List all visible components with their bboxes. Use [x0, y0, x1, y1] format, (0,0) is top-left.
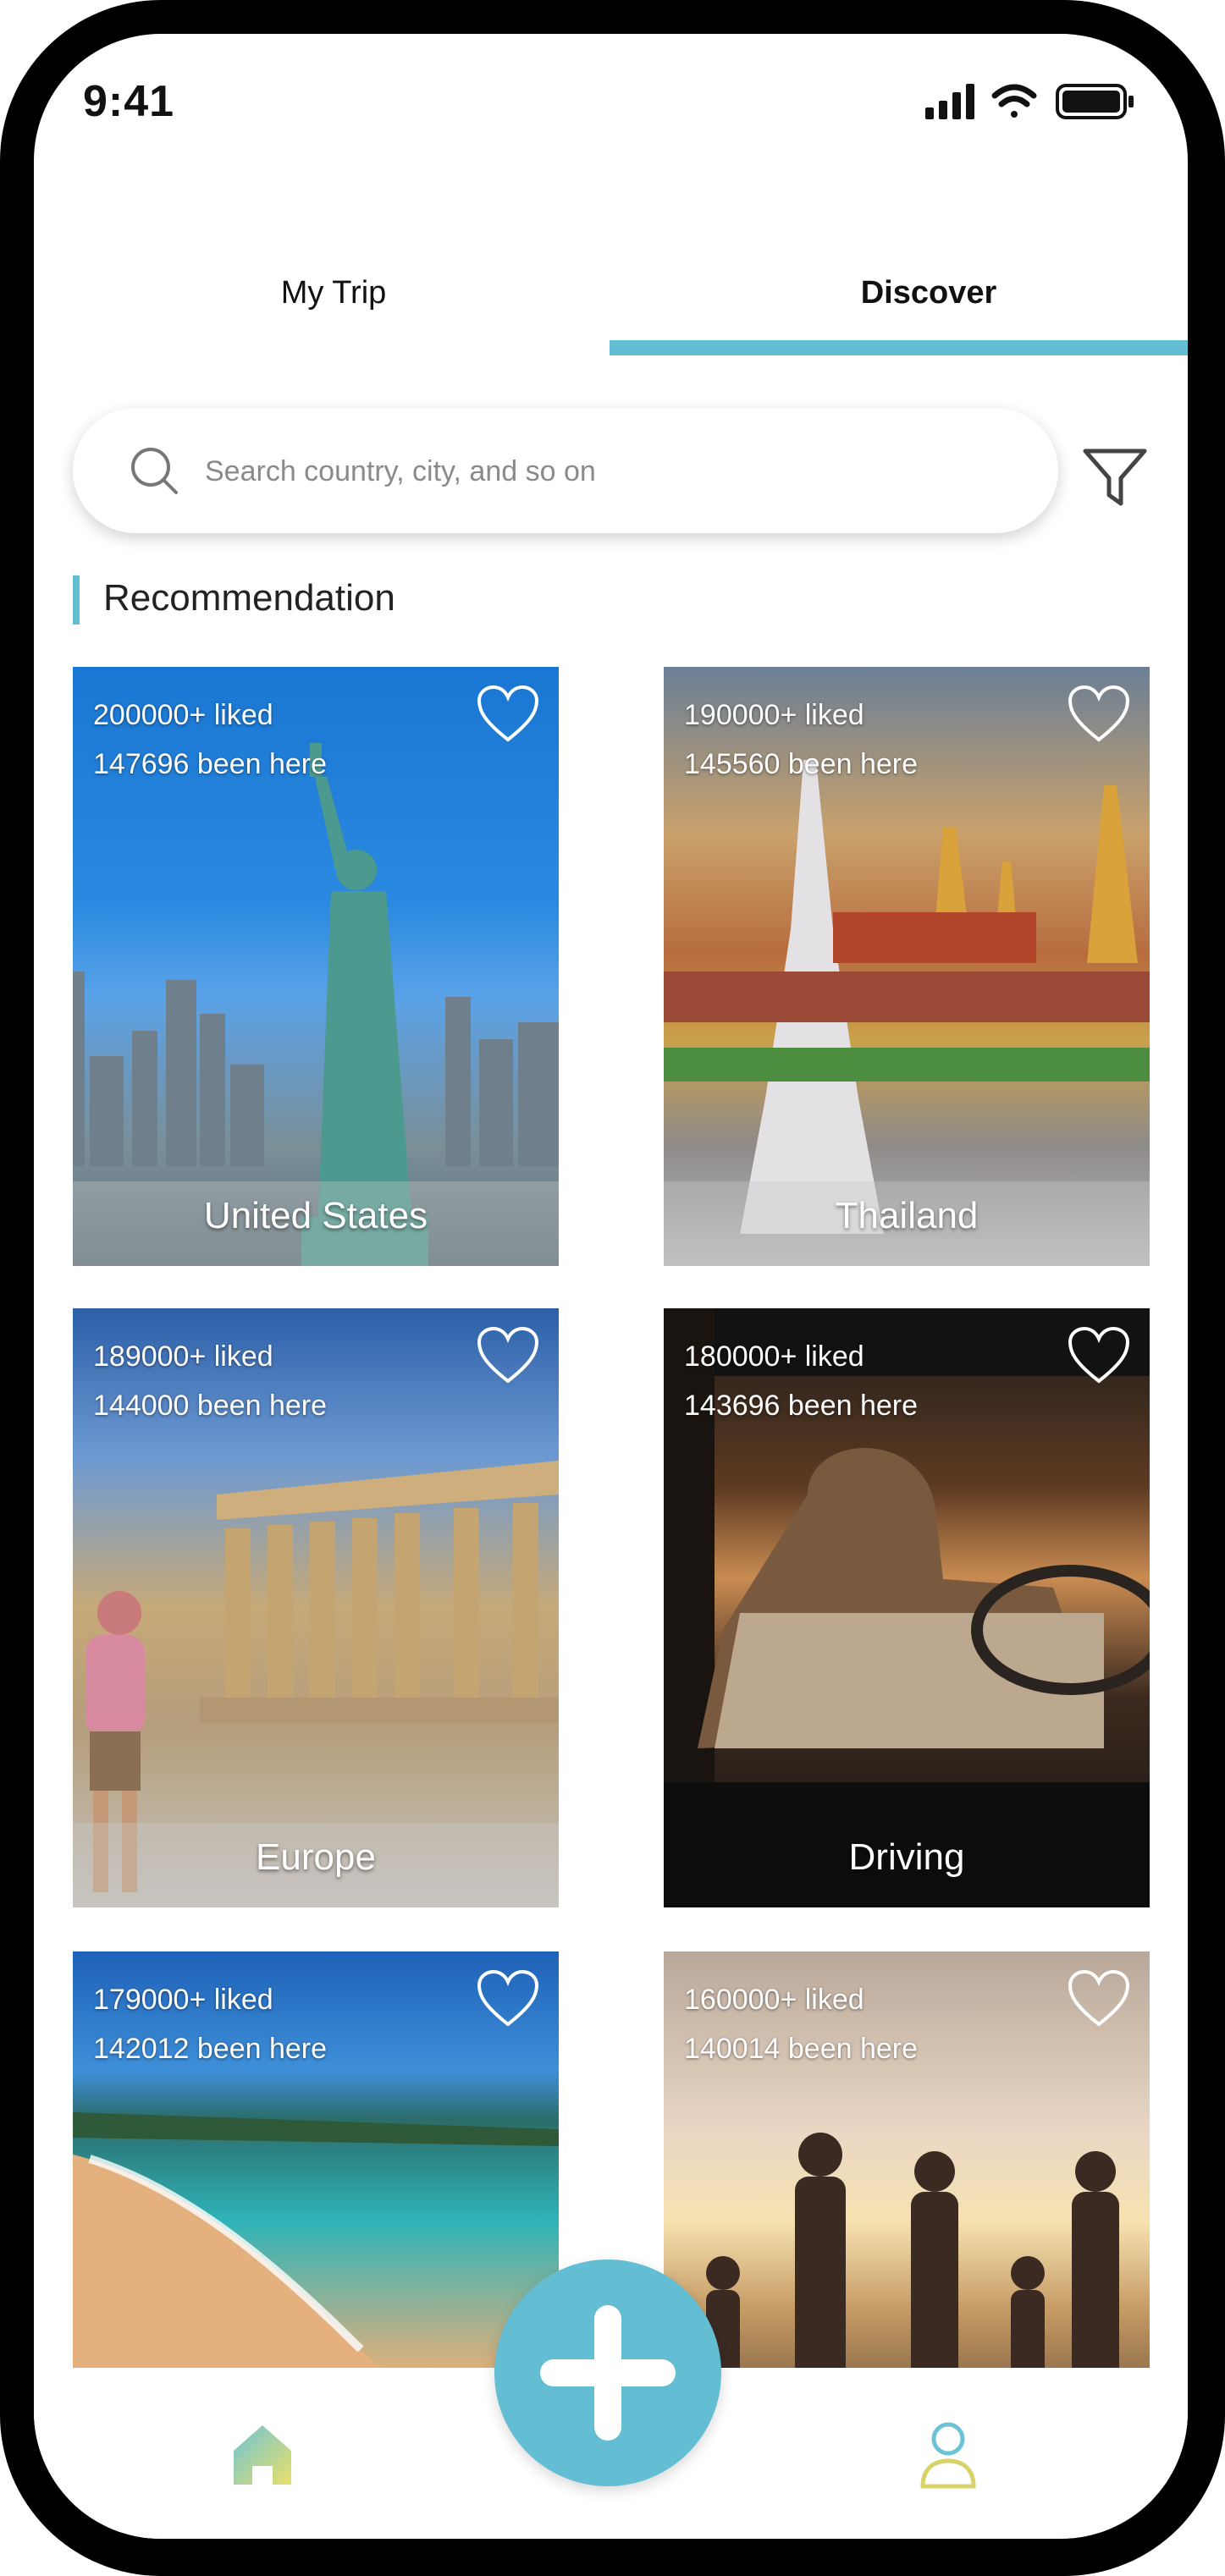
card-visited-count: 140014 been here	[684, 2033, 919, 2065]
status-icons	[925, 84, 1134, 119]
card-stats: 200000+ liked 147696 been here	[93, 691, 327, 789]
app-screen: 9:41 My Trip Discover Search country, ci…	[34, 34, 1188, 2539]
heart-icon[interactable]	[476, 1325, 540, 1384]
heart-icon[interactable]	[1067, 1968, 1131, 2028]
card-visited-count: 143696 been here	[684, 1390, 919, 1422]
search-bar[interactable]	[73, 408, 1058, 533]
tab-my-trip[interactable]: My Trip	[80, 275, 588, 311]
signal-icon	[925, 84, 974, 119]
destination-card-united-states[interactable]: 200000+ liked 147696 been here United St…	[73, 667, 559, 1266]
card-stats: 179000+ liked 142012 been here	[93, 1975, 327, 2073]
destination-card-driving[interactable]: 180000+ liked 143696 been here Driving	[664, 1308, 1150, 1907]
heart-icon[interactable]	[476, 684, 540, 743]
card-liked-count: 189000+ liked	[93, 1340, 273, 1373]
card-name: Thailand	[835, 1195, 979, 1236]
add-trip-button[interactable]	[494, 2260, 721, 2486]
card-visited-count: 142012 been here	[93, 2033, 328, 2065]
battery-icon	[1056, 84, 1134, 119]
card-visited-count: 147696 been here	[93, 748, 328, 780]
card-liked-count: 160000+ liked	[684, 1984, 864, 2016]
card-stats: 180000+ liked 143696 been here	[684, 1332, 918, 1430]
card-stats: 160000+ liked 140014 been here	[684, 1975, 918, 2073]
parthenon-image	[200, 1461, 559, 1723]
card-liked-count: 200000+ liked	[93, 699, 273, 731]
user-icon[interactable]	[918, 2420, 979, 2491]
card-liked-count: 180000+ liked	[684, 1340, 864, 1373]
search-input[interactable]	[203, 443, 1019, 499]
section-title: Recommendation	[103, 577, 395, 619]
card-liked-count: 179000+ liked	[93, 1984, 273, 2016]
card-name: Europe	[256, 1836, 376, 1878]
destination-card-thailand[interactable]: 190000+ liked 145560 been here Thailand	[664, 667, 1150, 1266]
heart-icon[interactable]	[1067, 684, 1131, 743]
status-bar: 9:41	[34, 34, 1188, 144]
wifi-icon	[991, 84, 1037, 118]
heart-icon[interactable]	[476, 1968, 540, 2028]
search-icon	[131, 448, 178, 494]
tab-discover[interactable]: Discover	[675, 275, 1183, 311]
filter-icon[interactable]	[1077, 436, 1153, 512]
card-name: Driving	[848, 1836, 965, 1878]
destination-card-europe[interactable]: 189000+ liked 144000 been here Europe	[73, 1308, 559, 1907]
active-tab-indicator	[610, 340, 1188, 355]
card-visited-count: 145560 been here	[684, 748, 919, 780]
section-accent-bar	[73, 575, 80, 625]
status-time: 9:41	[83, 77, 175, 126]
phone-frame: 9:41 My Trip Discover Search country, ci…	[0, 0, 1225, 2576]
home-icon[interactable]	[229, 2420, 296, 2488]
card-visited-count: 144000 been here	[93, 1390, 328, 1422]
heart-icon[interactable]	[1067, 1325, 1131, 1384]
card-name: United States	[203, 1195, 428, 1236]
card-liked-count: 190000+ liked	[684, 699, 864, 731]
card-stats: 190000+ liked 145560 been here	[684, 691, 918, 789]
card-stats: 189000+ liked 144000 been here	[93, 1332, 327, 1430]
